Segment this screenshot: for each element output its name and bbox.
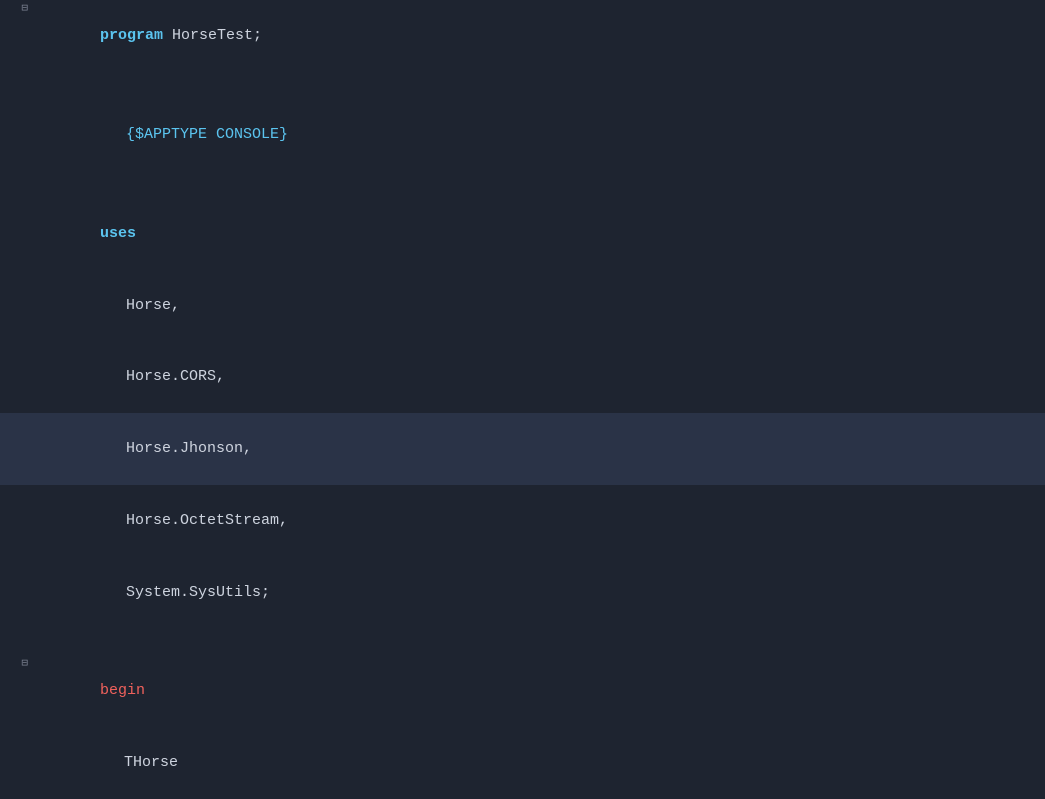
gutter-1: ⊟	[0, 1, 36, 18]
uses-horse-jhonson: Horse.Jhonson,	[126, 440, 252, 457]
uses-sysutils: System.SysUtils;	[126, 584, 270, 601]
code-line-9: Horse.OctetStream,	[0, 485, 1045, 557]
text-horsetest: HorseTest;	[163, 27, 262, 44]
code-line-6: Horse,	[0, 269, 1045, 341]
code-line-4	[0, 171, 1045, 198]
fold-minus-1[interactable]: ⊟	[21, 1, 28, 18]
code-line-1: ⊟ program HorseTest;	[0, 0, 1045, 72]
line-content-2	[36, 73, 1045, 96]
line-content-3: {$APPTYPE CONSOLE}	[36, 100, 1045, 170]
line-content-5: uses	[36, 199, 1045, 269]
line-content-7: Horse.CORS,	[36, 342, 1045, 412]
gutter-12: ⊟	[0, 656, 36, 673]
code-line-10: System.SysUtils;	[0, 556, 1045, 628]
code-line-8: Horse.Jhonson,	[0, 413, 1045, 485]
line-content-12: begin	[36, 656, 1045, 726]
keyword-program: program	[100, 27, 163, 44]
line-content-6: Horse,	[36, 270, 1045, 340]
code-line-3: {$APPTYPE CONSOLE}	[0, 99, 1045, 171]
line-content-4	[36, 172, 1045, 195]
line-content-9: Horse.OctetStream,	[36, 486, 1045, 556]
code-line-11	[0, 628, 1045, 655]
keyword-begin-main: begin	[100, 682, 145, 699]
line-content-13: THorse	[36, 728, 1045, 799]
directive-apptype: {$APPTYPE CONSOLE}	[126, 126, 288, 143]
uses-horse: Horse,	[126, 297, 180, 314]
directive-text: {$APPTYPE CONSOLE}	[126, 126, 288, 143]
line-content-1: program HorseTest;	[36, 1, 1045, 71]
uses-horse-cors: Horse.CORS,	[126, 368, 225, 385]
line-content-8: Horse.Jhonson,	[36, 414, 1045, 484]
code-line-7: Horse.CORS,	[0, 341, 1045, 413]
uses-horse-octetstream: Horse.OctetStream,	[126, 512, 288, 529]
line-content-11	[36, 629, 1045, 652]
code-line-12: ⊟ begin	[0, 655, 1045, 727]
code-editor: ⊟ program HorseTest; {$APPTYPE CONSOLE} …	[0, 0, 1045, 799]
keyword-uses: uses	[100, 225, 136, 242]
code-line-5: uses	[0, 198, 1045, 270]
line-content-10: System.SysUtils;	[36, 557, 1045, 627]
thorse-ident: THorse	[124, 751, 178, 774]
fold-minus-12[interactable]: ⊟	[21, 656, 28, 673]
code-line-13: THorse	[0, 727, 1045, 799]
code-line-2	[0, 72, 1045, 99]
